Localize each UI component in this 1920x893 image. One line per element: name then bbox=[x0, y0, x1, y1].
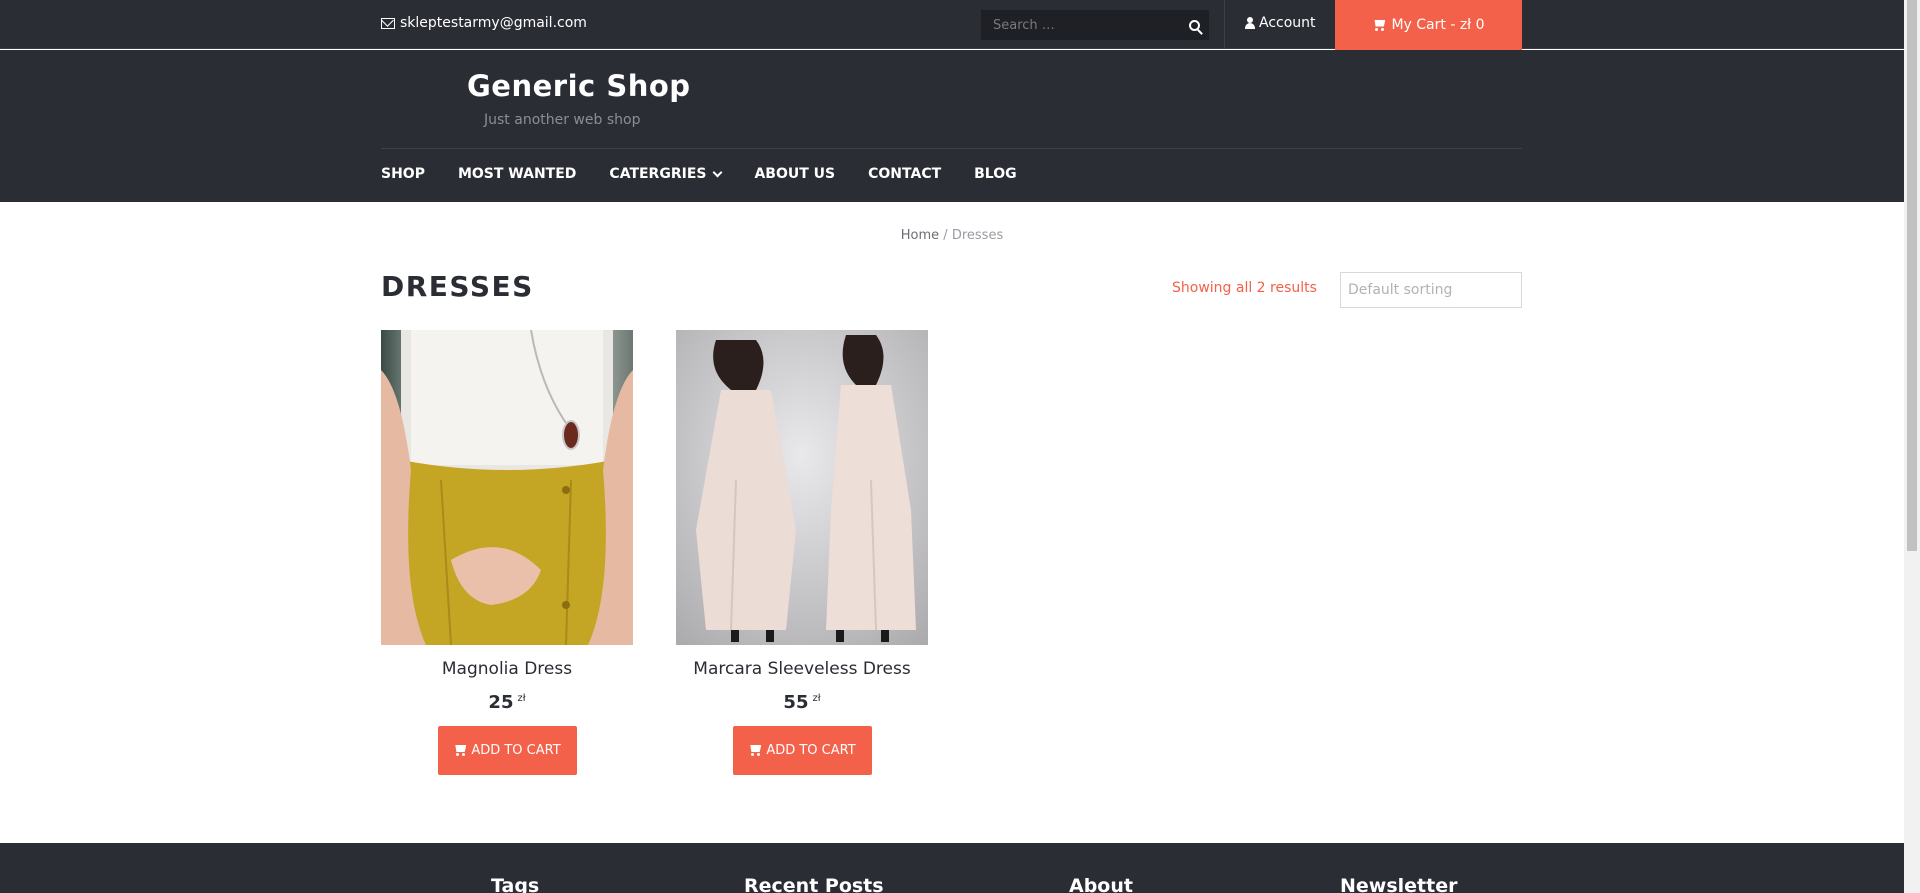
product-price-currency: zł bbox=[812, 693, 821, 704]
nav-item-about-us[interactable]: ABOUT US bbox=[754, 166, 835, 182]
product-image[interactable] bbox=[381, 330, 633, 645]
cart-button[interactable]: My Cart - zł 0 bbox=[1335, 0, 1522, 50]
search-input[interactable] bbox=[981, 10, 1179, 40]
nav-item-contact[interactable]: CONTACT bbox=[868, 166, 941, 182]
add-to-cart-label: ADD TO CART bbox=[471, 743, 561, 758]
site-header: Generic Shop Just another web shop SHOP … bbox=[0, 50, 1904, 202]
search-button[interactable] bbox=[1179, 10, 1209, 40]
breadcrumb-current: Dresses bbox=[951, 228, 1004, 243]
topbar-divider bbox=[1224, 0, 1225, 49]
product-price-currency: zł bbox=[517, 693, 526, 704]
site-footer: Tags Recent Posts About Newsletter bbox=[0, 843, 1904, 893]
account-label: Account bbox=[1259, 15, 1316, 31]
product-name[interactable]: Marcara Sleeveless Dress bbox=[676, 659, 928, 679]
main-nav: SHOP MOST WANTED CATERGRIES ABOUT US CON… bbox=[381, 166, 1050, 182]
product-card: Magnolia Dress 25 zł ADD TO CART bbox=[381, 330, 633, 775]
footer-heading-recent-posts: Recent Posts bbox=[744, 875, 884, 893]
footer-heading-about: About bbox=[1069, 875, 1133, 893]
product-card: Marcara Sleeveless Dress 55 zł ADD TO CAR… bbox=[676, 330, 928, 775]
cart-label: My Cart - zł 0 bbox=[1391, 17, 1485, 33]
nav-item-shop[interactable]: SHOP bbox=[381, 166, 425, 182]
add-to-cart-button[interactable]: ADD TO CART bbox=[437, 726, 577, 775]
user-icon bbox=[1245, 17, 1255, 29]
cart-icon bbox=[748, 745, 762, 756]
footer-heading-newsletter: Newsletter bbox=[1340, 875, 1458, 893]
search-form bbox=[981, 10, 1209, 40]
add-to-cart-button[interactable]: ADD TO CART bbox=[732, 726, 872, 775]
contact-email-text: skleptestarmy@gmail.com bbox=[400, 15, 587, 31]
sort-select[interactable]: Default sorting bbox=[1340, 272, 1522, 308]
breadcrumb-home[interactable]: Home bbox=[901, 228, 939, 243]
chevron-down-icon bbox=[713, 167, 723, 177]
nav-item-blog[interactable]: BLOG bbox=[974, 166, 1017, 182]
nav-item-categories[interactable]: CATERGRIES bbox=[609, 166, 723, 182]
envelope-icon bbox=[381, 17, 395, 29]
product-price-value: 55 bbox=[783, 692, 809, 713]
page-scrollbar[interactable] bbox=[1904, 0, 1920, 893]
add-to-cart-label: ADD TO CART bbox=[766, 743, 856, 758]
site-title[interactable]: Generic Shop bbox=[467, 69, 691, 103]
breadcrumb: Home / Dresses bbox=[0, 228, 1904, 243]
header-divider bbox=[381, 148, 1522, 149]
product-name[interactable]: Magnolia Dress bbox=[381, 659, 633, 679]
breadcrumb-separator: / bbox=[939, 228, 952, 243]
footer-heading-tags: Tags bbox=[491, 875, 540, 893]
site-tagline: Just another web shop bbox=[484, 112, 641, 128]
page-title: DRESSES bbox=[381, 270, 534, 303]
scrollbar-thumb[interactable] bbox=[1907, 0, 1917, 551]
product-photo-marcara bbox=[676, 330, 928, 645]
product-photo-magnolia bbox=[381, 330, 633, 645]
contact-email[interactable]: skleptestarmy@gmail.com bbox=[381, 15, 587, 31]
search-icon bbox=[1188, 19, 1200, 31]
product-image[interactable] bbox=[676, 330, 928, 645]
product-price: 25 zł bbox=[381, 692, 633, 713]
cart-icon bbox=[453, 745, 467, 756]
cart-icon bbox=[1372, 20, 1386, 31]
nav-item-categories-label: CATERGRIES bbox=[609, 166, 707, 182]
product-price: 55 zł bbox=[676, 692, 928, 713]
result-count: Showing all 2 results bbox=[1172, 280, 1317, 296]
nav-item-most-wanted[interactable]: MOST WANTED bbox=[458, 166, 576, 182]
top-bar: skleptestarmy@gmail.com Account My Cart … bbox=[0, 0, 1904, 50]
product-price-value: 25 bbox=[488, 692, 514, 713]
account-link[interactable]: Account bbox=[1245, 15, 1316, 31]
